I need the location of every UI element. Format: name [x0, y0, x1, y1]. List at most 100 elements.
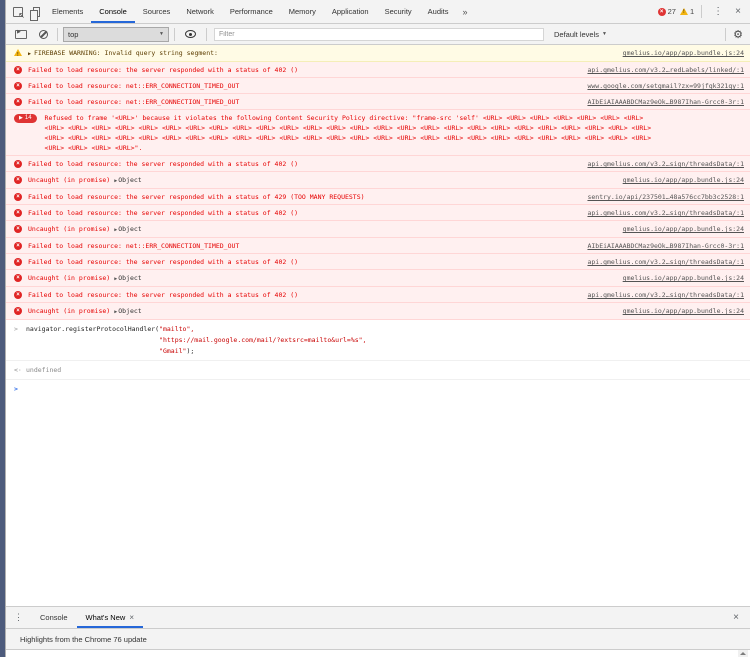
- expand-caret-icon[interactable]: ▶: [114, 309, 117, 315]
- object-label: Object: [118, 274, 141, 282]
- source-link[interactable]: api.gmelius.com/v3.2…sign/threadsData/:1: [587, 290, 744, 300]
- message-text: Failed to load resource: net::ERR_CONNEC…: [28, 97, 575, 107]
- divider: [725, 28, 726, 41]
- console-message-error[interactable]: ×Failed to load resource: net::ERR_CONNE…: [6, 238, 750, 254]
- code-segment: "Gmail": [159, 347, 186, 355]
- console-log: ▶FIREBASE WARNING: Invalid query string …: [6, 45, 750, 606]
- context-selector-value: top: [68, 30, 78, 39]
- error-icon: ×: [14, 176, 22, 184]
- close-tab-icon[interactable]: ×: [129, 613, 134, 622]
- object-preview[interactable]: ▶Object: [110, 307, 142, 315]
- source-link[interactable]: sentry.io/api/237501…48a576cc7bb3c2528:1: [587, 192, 744, 202]
- message-text: Uncaught (in promise)▶Object: [28, 224, 611, 235]
- console-result[interactable]: <·undefined: [6, 361, 750, 380]
- console-message-csp-violation[interactable]: ▶14Refused to frame '<URL>' because it v…: [6, 110, 750, 156]
- tab-sources[interactable]: Sources: [135, 0, 179, 23]
- tab-network[interactable]: Network: [178, 0, 222, 23]
- source-link[interactable]: api.gmelius.com/v3.2…redLabels/linked/:1: [587, 65, 744, 75]
- object-label: Object: [118, 176, 141, 184]
- source-link[interactable]: api.gmelius.com/v3.2…sign/threadsData/:1: [587, 208, 744, 218]
- console-message-error[interactable]: ×Failed to load resource: net::ERR_CONNE…: [6, 78, 750, 94]
- console-message-uncaught[interactable]: ×Uncaught (in promise)▶Objectgmelius.io/…: [6, 270, 750, 287]
- warning-count: 1: [690, 7, 694, 16]
- console-empty-space[interactable]: [6, 398, 750, 606]
- error-icon: ×: [14, 242, 22, 250]
- object-preview[interactable]: ▶Object: [110, 176, 142, 184]
- filter-input[interactable]: [214, 28, 544, 41]
- log-levels-dropdown[interactable]: Default levels ▼: [550, 30, 611, 39]
- error-icon: ×: [14, 274, 22, 282]
- live-expression-eye-icon[interactable]: [185, 30, 196, 38]
- drawer: ⋮ Console What's New × × Highlights from…: [6, 606, 750, 657]
- tab-audits[interactable]: Audits: [420, 0, 457, 23]
- console-message-uncaught[interactable]: × Uncaught (in promise)▶Object gmelius.io/…: [6, 303, 750, 320]
- object-label: Object: [118, 225, 141, 233]
- source-link[interactable]: gmelius.io/app/app.bundle.js:24: [623, 306, 744, 316]
- expand-caret-icon[interactable]: ▶: [114, 227, 117, 233]
- whats-new-heading-text: Highlights from the Chrome 76 update: [20, 635, 147, 644]
- device-toolbar-icon[interactable]: [33, 7, 40, 17]
- source-link[interactable]: AIbEiAIAAABDCMaz9eOk…B987Ihan-Grcc0-3r:1: [587, 97, 744, 107]
- main-tabs: ElementsConsoleSourcesNetworkPerformance…: [44, 0, 457, 23]
- inspect-element-icon[interactable]: [13, 7, 23, 17]
- source-link[interactable]: gmelius.io/app/app.bundle.js:24: [623, 224, 744, 234]
- command-chevron-icon: >: [14, 324, 26, 357]
- object-preview[interactable]: ▶Object: [110, 274, 142, 282]
- tab-console[interactable]: Console: [91, 0, 135, 23]
- settings-gear-icon[interactable]: ⚙: [731, 28, 745, 41]
- expand-caret-icon[interactable]: ▶: [114, 178, 117, 184]
- console-message-error[interactable]: ×Failed to load resource: the server res…: [6, 254, 750, 270]
- console-message-error[interactable]: ×Failed to load resource: the server res…: [6, 205, 750, 221]
- context-selector[interactable]: top ▼: [63, 27, 169, 42]
- console-message-error[interactable]: ×Failed to load resource: the server res…: [6, 156, 750, 172]
- error-icon: ×: [14, 307, 22, 315]
- source-link[interactable]: gmelius.io/app/app.bundle.js:24: [623, 273, 744, 283]
- console-prompt[interactable]: >: [6, 380, 750, 398]
- source-link[interactable]: api.gmelius.com/v3.2…sign/threadsData/:1: [587, 257, 744, 267]
- expand-caret-icon[interactable]: ▶: [28, 49, 31, 59]
- drawer-tab-console[interactable]: Console: [31, 607, 77, 628]
- message-text: Failed to load resource: the server resp…: [28, 192, 575, 202]
- tab-security[interactable]: Security: [377, 0, 420, 23]
- drawer-menu-icon[interactable]: ⋮: [6, 607, 31, 628]
- more-tabs-icon[interactable]: »: [457, 0, 474, 23]
- message-text: Uncaught (in promise)▶Object: [28, 306, 611, 317]
- source-link[interactable]: gmelius.io/app/app.bundle.js:24: [623, 175, 744, 185]
- console-message-error[interactable]: ×Failed to load resource: the server res…: [6, 287, 750, 303]
- console-message-error[interactable]: ×Failed to load resource: the server res…: [6, 62, 750, 78]
- scrollbar-up-arrow[interactable]: [738, 650, 748, 657]
- devtools-panel: ElementsConsoleSourcesNetworkPerformance…: [5, 0, 750, 657]
- error-icon: ×: [14, 160, 22, 168]
- tab-memory[interactable]: Memory: [281, 0, 324, 23]
- message-text: Uncaught (in promise)▶Object: [28, 175, 611, 186]
- tab-elements[interactable]: Elements: [44, 0, 91, 23]
- close-drawer-icon[interactable]: ×: [729, 612, 743, 623]
- close-devtools-icon[interactable]: ×: [731, 6, 745, 17]
- console-sidebar-icon[interactable]: [15, 30, 27, 39]
- code-segment: "https://mail.google.com/mail/?extsrc=ma…: [159, 336, 366, 344]
- divider: [57, 28, 58, 41]
- error-icon: ×: [14, 82, 22, 90]
- warning-icon: [14, 49, 22, 56]
- console-message-error[interactable]: ×Failed to load resource: net::ERR_CONNE…: [6, 94, 750, 110]
- console-command-echo[interactable]: >navigator.registerProtocolHandler("mail…: [6, 320, 750, 361]
- devtools-menu-icon[interactable]: ⋮: [709, 6, 727, 17]
- console-message-warning[interactable]: ▶FIREBASE WARNING: Invalid query string …: [6, 45, 750, 62]
- object-preview[interactable]: ▶Object: [110, 225, 142, 233]
- source-link[interactable]: gmelius.io/app/app.bundle.js:24: [623, 48, 744, 58]
- error-count-badge[interactable]: × 27: [658, 7, 676, 16]
- console-message-uncaught[interactable]: × Uncaught (in promise)▶Object gmelius.io/…: [6, 172, 750, 189]
- console-message-uncaught[interactable]: ×Uncaught (in promise)▶Objectgmelius.io/…: [6, 221, 750, 238]
- expand-caret-icon[interactable]: ▶: [114, 276, 117, 282]
- tab-application[interactable]: Application: [324, 0, 377, 23]
- console-message-error[interactable]: ×Failed to load resource: the server res…: [6, 189, 750, 205]
- drawer-tab-whats-new[interactable]: What's New ×: [77, 607, 143, 628]
- tab-performance[interactable]: Performance: [222, 0, 281, 23]
- source-link[interactable]: api.gmelius.com/v3.2…sign/threadsData/:1: [587, 159, 744, 169]
- warning-count-badge[interactable]: 1: [680, 7, 694, 16]
- chevron-down-icon: ▼: [602, 31, 607, 37]
- repeat-count-badge[interactable]: ▶14: [14, 114, 37, 123]
- source-link[interactable]: AIbEiAIAAABDCMaz9eOk…B987Ihan-Grcc0-3r:1: [587, 241, 744, 251]
- source-link[interactable]: www.google.com/setgmail?zx=99jfqk321qy:1: [587, 81, 744, 91]
- clear-console-icon[interactable]: [39, 30, 48, 39]
